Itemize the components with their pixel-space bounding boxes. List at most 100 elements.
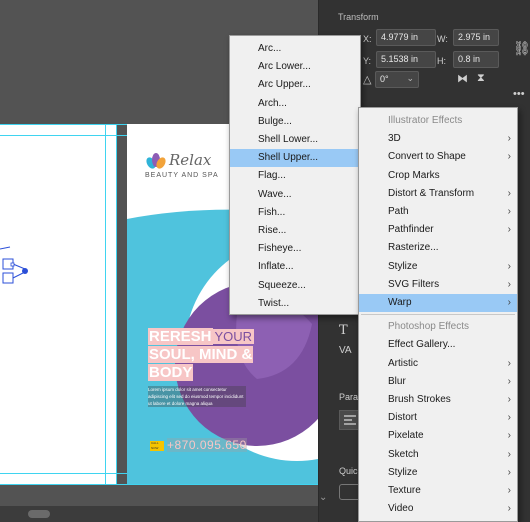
effects-menu-item[interactable]: Sketch ›: [359, 446, 517, 464]
kerning-icon[interactable]: VA: [339, 345, 352, 356]
submenu-arrow-icon: ›: [507, 206, 511, 217]
menu-item-label: Artistic: [388, 357, 418, 369]
warp-menu-item[interactable]: Fish...: [230, 204, 360, 222]
menu-item-label: Inflate...: [258, 261, 294, 273]
effects-menu-item[interactable]: Effect Gallery...: [359, 336, 517, 354]
menu-item-label: Distort: [388, 412, 417, 424]
y-label: Y:: [363, 56, 372, 66]
effects-menu-item[interactable]: Blur ›: [359, 373, 517, 391]
warp-menu-item[interactable]: Fisheye...: [230, 240, 360, 258]
menu-item-label: Arch...: [258, 97, 287, 109]
warp-menu-item[interactable]: Arch...: [230, 95, 360, 113]
menu-item-label: Texture: [388, 485, 421, 496]
flip-horizontal-icon[interactable]: ⧓: [457, 72, 468, 85]
menu-item-label: Brush Strokes: [388, 394, 451, 405]
effects-menu-item[interactable]: Rasterize...: [359, 239, 517, 257]
y-field[interactable]: 5.1538 in: [376, 51, 436, 68]
flower-logo-icon: [146, 153, 166, 169]
type-icon[interactable]: T: [339, 323, 348, 338]
headline-line-3: BODY: [148, 364, 194, 381]
scrollbar-thumb[interactable]: [28, 510, 50, 518]
effects-menu-item[interactable]: Artistic ›: [359, 355, 517, 373]
x-label: X:: [363, 34, 372, 44]
warp-menu-item[interactable]: Arc Lower...: [230, 58, 360, 76]
effects-menu-item[interactable]: Brush Strokes ›: [359, 391, 517, 409]
submenu-arrow-icon: ›: [507, 357, 511, 369]
menu-item-label: Photoshop Effects: [388, 321, 469, 333]
submenu-arrow-icon: ›: [507, 430, 511, 442]
effects-menu-item[interactable]: Pathfinder ›: [359, 221, 517, 239]
menu-item-label: Effect Gallery...: [388, 339, 456, 351]
menu-item-label: Pathfinder: [388, 224, 434, 236]
photoshop-effects-header: Photoshop Effects: [359, 318, 517, 336]
angle-field[interactable]: 0° ⌄: [375, 71, 419, 88]
effects-menu-item[interactable]: Texture ›: [359, 482, 517, 500]
selected-object[interactable]: [0, 245, 32, 295]
brochure-logo: Relax BEAUTY AND SPA: [145, 151, 223, 184]
effects-menu-item[interactable]: Warp ›: [359, 294, 517, 312]
effects-menu-item[interactable]: Stylize ›: [359, 258, 517, 276]
artboard-left[interactable]: [0, 124, 116, 484]
menu-item-label: Arc Upper...: [258, 79, 311, 91]
submenu-arrow-icon: ›: [507, 187, 511, 199]
warp-menu-item[interactable]: Flag...: [230, 167, 360, 185]
menu-item-label: Rise...: [258, 225, 287, 236]
headline-line-1b: YOUR: [212, 329, 255, 344]
warp-menu-item[interactable]: Arc Upper...: [230, 76, 360, 94]
more-options-icon[interactable]: •••: [513, 88, 525, 100]
warp-menu-item[interactable]: Squeeze...: [230, 277, 360, 295]
effects-menu-item[interactable]: Convert to Shape ›: [359, 148, 517, 166]
warp-menu-item[interactable]: Wave...: [230, 186, 360, 204]
menu-item-label: Twist...: [258, 297, 290, 309]
rotate-icon: △: [363, 74, 372, 86]
menu-item-label: Bulge...: [258, 115, 292, 127]
menu-item-label: Rasterize...: [388, 242, 439, 254]
effects-menu-item[interactable]: Path ›: [359, 203, 517, 221]
warp-menu-item[interactable]: Arc...: [230, 40, 360, 58]
effects-menu-item[interactable]: 3D ›: [359, 130, 517, 148]
logo-text: Relax: [169, 151, 212, 169]
warp-menu-item[interactable]: Shell Lower...: [230, 131, 360, 149]
warp-menu-item[interactable]: Shell Upper...: [230, 149, 360, 168]
phone-number: +870.095.650: [167, 438, 247, 452]
warp-menu-item[interactable]: Bulge...: [230, 113, 360, 131]
menu-item-label: Sketch: [388, 448, 419, 460]
menu-item-label: SVG Filters: [388, 278, 440, 290]
w-field[interactable]: 2.975 in: [453, 29, 499, 46]
panel-collapse-icon[interactable]: ⌄: [319, 492, 327, 503]
menu-item-label: Fish...: [258, 206, 286, 218]
w-label: W:: [437, 34, 448, 44]
menu-item-label: Wave...: [258, 188, 292, 200]
menu-item-label: Illustrator Effects: [388, 115, 463, 126]
effects-menu-item[interactable]: SVG Filters ›: [359, 276, 517, 294]
effects-menu-item[interactable]: Distort & Transform ›: [359, 185, 517, 203]
submenu-arrow-icon: ›: [507, 260, 511, 272]
menu-item-label: Flag...: [258, 170, 286, 182]
effects-menu-item[interactable]: Stylize ›: [359, 464, 517, 482]
menu-item-label: Warp: [388, 297, 412, 308]
warp-menu-item[interactable]: Twist...: [230, 295, 360, 313]
h-field[interactable]: 0.8 in: [453, 51, 499, 68]
horizontal-scrollbar[interactable]: [0, 506, 318, 522]
menu-item-label: Squeeze...: [258, 279, 306, 291]
constrain-proportions-icon[interactable]: ⛓: [513, 40, 530, 57]
headline: RERESH YOUR SOUL, MIND & BODY: [148, 328, 288, 382]
submenu-arrow-icon: ›: [507, 151, 511, 163]
flip-vertical-icon[interactable]: ⧗: [477, 72, 485, 85]
guide-line: [0, 484, 318, 485]
headline-line-1: RERESH: [148, 328, 213, 345]
submenu-arrow-icon: ›: [507, 466, 511, 478]
effects-menu-item[interactable]: Distort ›: [359, 409, 517, 427]
warp-menu-item[interactable]: Inflate...: [230, 258, 360, 276]
headline-line-2: SOUL, MIND &: [148, 346, 254, 363]
effects-menu-item[interactable]: Crop Marks: [359, 167, 517, 185]
menu-item-label: Path: [388, 206, 409, 217]
warp-menu-item[interactable]: Rise...: [230, 222, 360, 240]
effects-menu-item[interactable]: Pixelate ›: [359, 427, 517, 445]
effects-menu-item[interactable]: Video ›: [359, 500, 517, 518]
guide-line: [116, 124, 117, 484]
menu-item-label: Blur: [388, 375, 406, 387]
submenu-arrow-icon: ›: [507, 375, 511, 387]
menu-item-label: Crop Marks: [388, 169, 440, 181]
x-field[interactable]: 4.9779 in: [376, 29, 436, 46]
